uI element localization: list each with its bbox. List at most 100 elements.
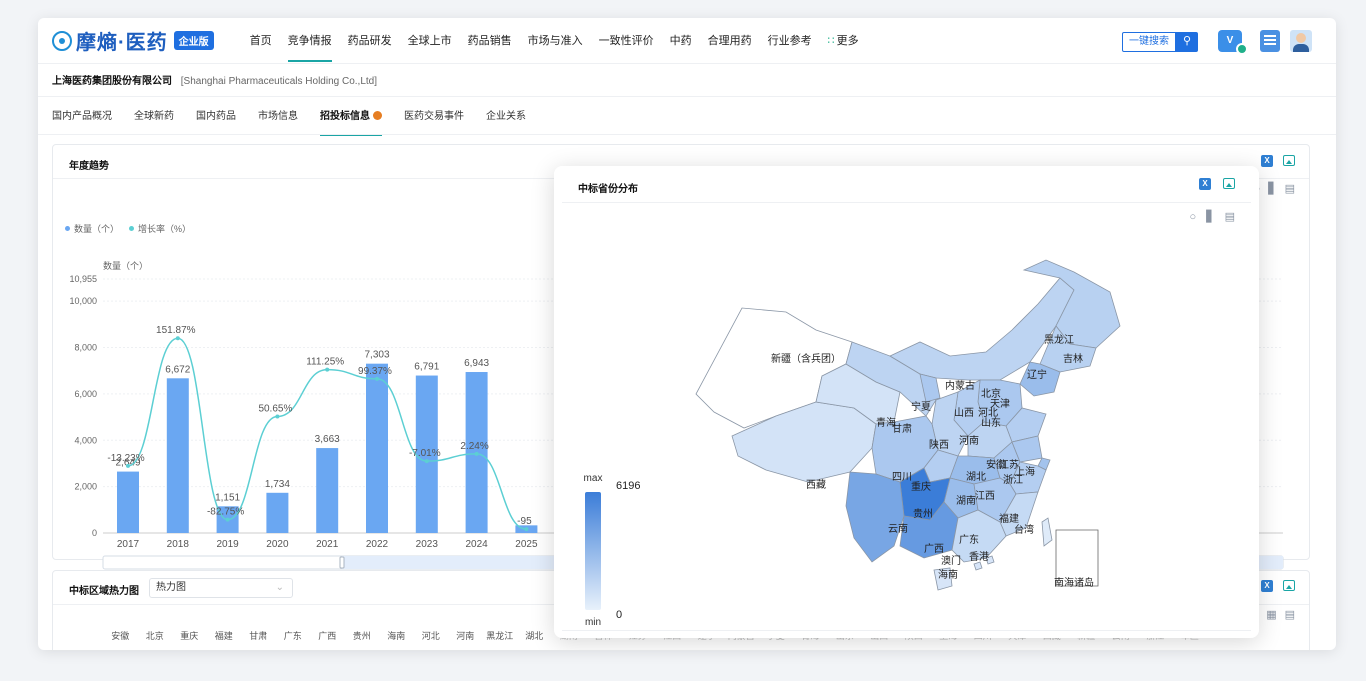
rate-point [275,414,280,419]
subtab-1[interactable]: 全球新药 [134,108,174,132]
rate-point [225,517,230,522]
edition-badge: 企业版 [173,31,214,50]
subtab-label: 全球新药 [134,111,174,122]
legend-max-value: 6196 [616,480,640,492]
verified-icon [1236,43,1248,55]
nav-item-9[interactable]: 行业参考 [760,18,820,64]
search-icon: ⚲ [1176,32,1198,52]
province-label: 云南 [888,522,908,535]
province-label: 广西 [924,543,944,555]
zoom-slider-handle [339,556,345,569]
nav-item-0[interactable]: 首页 [242,18,280,64]
bar-value-label: 6,791 [414,362,439,373]
company-name-en: [Shanghai Pharmaceuticals Holding Co.,Lt… [180,76,378,87]
manual-icon[interactable] [1260,30,1280,52]
nav-more-label: 更多 [836,34,859,47]
avatar[interactable] [1290,30,1312,52]
rate-point [524,527,529,532]
nav-item-5[interactable]: 市场与准入 [520,18,591,64]
nav-item-7[interactable]: 中药 [662,18,700,64]
user-area: V [1218,30,1312,55]
province-label: 西藏 [806,479,826,491]
province-label: 河北 [421,631,440,641]
chart-type-select[interactable]: 热力图 ⌄ [149,578,293,598]
x-tick-label: 2017 [117,539,140,550]
nav-item-2[interactable]: 药品研发 [340,18,400,64]
panel-title: 中标区域热力图 [69,586,139,597]
province-label: 福建 [999,512,1019,525]
rate-point [474,451,479,456]
x-tick-label: 2025 [515,539,538,550]
province-label: 福建 [214,631,233,641]
vip-label: V [1226,35,1234,46]
subtab-label: 企业关系 [486,111,526,122]
subtab-4[interactable]: 招投标信息 [320,108,382,136]
rate-point [424,459,429,464]
subtab-0[interactable]: 国内产品概况 [52,108,112,132]
rate-value-label: 99.37% [358,366,392,377]
bar-value-label: 6,672 [165,364,190,375]
province-label: 南海诸岛 [1054,576,1094,589]
bar-value-label: 3,663 [315,434,340,445]
province-shape[interactable] [973,561,983,571]
app-window: 摩熵·医药 企业版 首页 竞争情报 药品研发 全球上市 药品销售 市场与准入 一致性评价 中药… [38,18,1336,650]
logo[interactable]: 摩熵·医药 企业版 [52,26,214,55]
nav-item-8[interactable]: 合理用药 [700,18,760,64]
sub-tabs: 国内产品概况 全球新药 国内药品 市场信息 招投标信息 医药交易事件 企业关系 [52,108,548,136]
rate-value-label: -95 [517,516,532,527]
rate-point [126,463,130,468]
heatmap-view-icon[interactable]: ▦ [1266,609,1276,621]
y-tick-label: 6,000 [74,389,97,399]
y-tick-label: 10,000 [69,296,97,306]
rate-value-label: 151.87% [156,325,196,336]
table-view-icon[interactable]: ▤ [1285,609,1295,621]
panel-actions: X [1261,580,1295,592]
x-tick-label: 2020 [266,539,289,550]
bar-value-label: 6,943 [464,358,489,369]
subtab-label: 国内药品 [196,111,236,122]
province-shape[interactable] [1041,517,1053,547]
bar-value-label: 1,151 [215,492,240,503]
image-export-icon[interactable] [1283,580,1295,591]
province-label: 贵州 [913,507,933,520]
excel-export-icon[interactable]: X [1261,580,1273,592]
legend-min-label: min [585,617,601,628]
province-label: 黑龙江 [486,631,514,641]
nav-item-1[interactable]: 竞争情报 [280,18,340,64]
bar-value-label: 1,734 [265,479,290,490]
province-label: 广东 [959,533,979,546]
visual-map-bar [585,492,601,610]
province-label: 吉林 [1063,352,1083,365]
y-tick-label: 10,955 [69,274,97,284]
province-label: 河南 [456,631,475,641]
province-label: 台湾 [1014,523,1034,536]
vip-icon[interactable]: V [1218,30,1248,55]
subtab-5[interactable]: 医药交易事件 [404,108,464,132]
province-label: 重庆 [180,631,199,641]
subtab-3[interactable]: 市场信息 [258,108,298,132]
subtab-6[interactable]: 企业关系 [486,108,526,132]
subtab-2[interactable]: 国内药品 [196,108,236,132]
divider [562,630,1251,631]
rate-point [175,336,180,341]
nav-item-4[interactable]: 药品销售 [460,18,520,64]
province-distribution-popup: 中标省份分布 X ○ ▋ ▤ max min 6196 0 新疆（含兵团） 西藏 青海 甘肃内… [554,166,1259,638]
nav-item-6[interactable]: 一致性评价 [591,18,662,64]
grid-icon: ∷ [827,34,835,47]
logo-icon [52,30,72,51]
divider [38,96,1336,97]
province-label: 辽宁 [1027,368,1047,381]
province-label: 海南 [387,631,406,641]
divider [38,134,1336,135]
nav-more[interactable]: ∷ 更多 [820,18,867,64]
province-shape[interactable] [845,471,905,563]
province-label: 安徽 [111,631,130,641]
nav-item-3[interactable]: 全球上市 [400,18,460,64]
bar [117,471,139,533]
province-label: 山西 [954,407,974,419]
province-label: 澳门 [941,554,961,567]
province-label: 北京 [145,631,164,641]
province-label: 重庆 [911,480,931,493]
quick-search-button[interactable]: 一键搜索 ⚲ [1122,32,1198,52]
y-tick-label: 4,000 [74,435,97,445]
